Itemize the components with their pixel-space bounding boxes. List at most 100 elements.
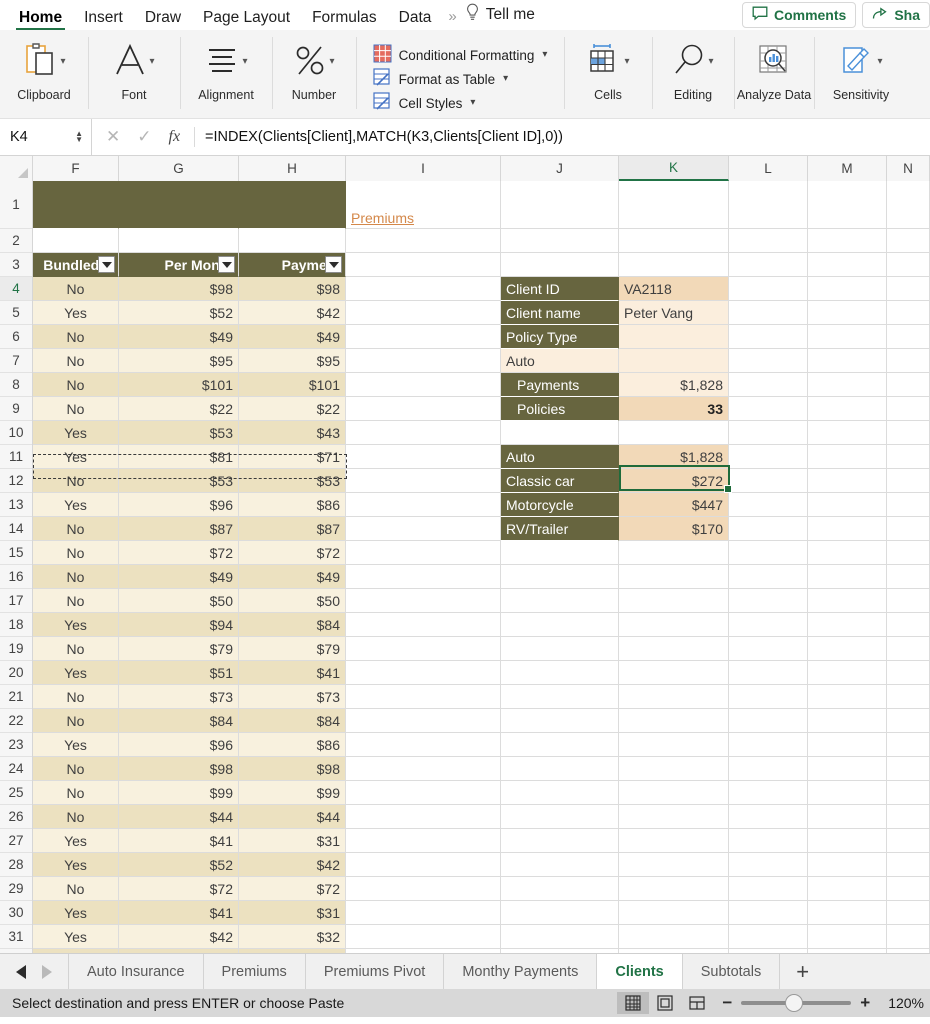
row-header-9[interactable]: 9: [0, 397, 32, 421]
zoom-out-button[interactable]: −: [713, 993, 741, 1013]
cell-i15[interactable]: [346, 541, 501, 565]
cell-m20[interactable]: [808, 661, 887, 685]
row-header-7[interactable]: 7: [0, 349, 32, 373]
cell-k17[interactable]: [619, 589, 729, 613]
cell-h10[interactable]: $43: [239, 421, 346, 445]
cell-l18[interactable]: [729, 613, 808, 637]
cell-l11[interactable]: [729, 445, 808, 469]
cell-k7[interactable]: [619, 349, 729, 373]
cell-h16[interactable]: $49: [239, 565, 346, 589]
cell-j15[interactable]: [501, 541, 619, 565]
cell-g5[interactable]: $52: [119, 301, 239, 325]
cell-m15[interactable]: [808, 541, 887, 565]
cell-h1[interactable]: [239, 181, 346, 229]
cell-m26[interactable]: [808, 805, 887, 829]
row-header-14[interactable]: 14: [0, 517, 32, 541]
cell-f17[interactable]: No: [33, 589, 119, 613]
row-header-3[interactable]: 3: [0, 253, 32, 277]
cell-i28[interactable]: [346, 853, 501, 877]
cell-l23[interactable]: [729, 733, 808, 757]
cell-h11[interactable]: $71: [239, 445, 346, 469]
cell-k18[interactable]: [619, 613, 729, 637]
column-header-n[interactable]: N: [887, 156, 930, 181]
ribbon-tab-formulas[interactable]: Formulas: [301, 9, 388, 31]
cell-f13[interactable]: Yes: [33, 493, 119, 517]
cell-j11[interactable]: Auto: [501, 445, 619, 469]
sheet-tab-monthy-payments[interactable]: Monthy Payments: [443, 954, 596, 989]
ribbon-group-font[interactable]: ▾ Font: [88, 30, 180, 118]
cell-j21[interactable]: [501, 685, 619, 709]
cell-j32[interactable]: [501, 949, 619, 953]
cell-k29[interactable]: [619, 877, 729, 901]
column-header-k[interactable]: K: [619, 156, 729, 181]
cell-h24[interactable]: $98: [239, 757, 346, 781]
cell-m27[interactable]: [808, 829, 887, 853]
ribbon-tab-draw[interactable]: Draw: [134, 9, 192, 31]
row-header-30[interactable]: 30: [0, 901, 32, 925]
cell-l14[interactable]: [729, 517, 808, 541]
cell-n13[interactable]: [887, 493, 930, 517]
cells-chevron-down-icon[interactable]: ▾: [624, 57, 629, 67]
header-bundled[interactable]: Bundled?: [33, 253, 119, 277]
cell-f30[interactable]: Yes: [33, 901, 119, 925]
row-header-15[interactable]: 15: [0, 541, 32, 565]
cell-f27[interactable]: Yes: [33, 829, 119, 853]
cell-m28[interactable]: [808, 853, 887, 877]
cell-g24[interactable]: $98: [119, 757, 239, 781]
cell-h23[interactable]: $86: [239, 733, 346, 757]
cell-g9[interactable]: $22: [119, 397, 239, 421]
cell-n2[interactable]: [887, 229, 930, 253]
cell-m32[interactable]: [808, 949, 887, 953]
cell-i12[interactable]: [346, 469, 501, 493]
cell-k23[interactable]: [619, 733, 729, 757]
cell-f28[interactable]: Yes: [33, 853, 119, 877]
ribbon-tab-home[interactable]: Home: [8, 9, 73, 31]
filter-dropdown-icon[interactable]: [325, 256, 342, 273]
cell-n4[interactable]: [887, 277, 930, 301]
cell-k6[interactable]: [619, 325, 729, 349]
cell-g26[interactable]: $44: [119, 805, 239, 829]
cell-l1[interactable]: [729, 181, 808, 229]
cell-m1[interactable]: [808, 181, 887, 229]
cell-n6[interactable]: [887, 325, 930, 349]
cell-m9[interactable]: [808, 397, 887, 421]
row-header-17[interactable]: 17: [0, 589, 32, 613]
cell-k19[interactable]: [619, 637, 729, 661]
row-header-11[interactable]: 11: [0, 445, 32, 469]
row-header-32[interactable]: 32: [0, 949, 32, 953]
cell-i18[interactable]: [346, 613, 501, 637]
cell-j1[interactable]: [501, 181, 619, 229]
cell-k4[interactable]: VA2118: [619, 277, 729, 301]
cell-i4[interactable]: [346, 277, 501, 301]
cell-h4[interactable]: $98: [239, 277, 346, 301]
formula-input[interactable]: =INDEX(Clients[Client],MATCH(K3,Clients[…: [194, 127, 930, 147]
number-chevron-down-icon[interactable]: ▾: [329, 57, 334, 67]
cell-l17[interactable]: [729, 589, 808, 613]
cell-k25[interactable]: [619, 781, 729, 805]
cell-n29[interactable]: [887, 877, 930, 901]
sheet-tab-premiums[interactable]: Premiums: [202, 954, 305, 989]
cell-f24[interactable]: No: [33, 757, 119, 781]
cell-i5[interactable]: [346, 301, 501, 325]
cell-h12[interactable]: $53: [239, 469, 346, 493]
cell-g22[interactable]: $84: [119, 709, 239, 733]
cell-f2[interactable]: [33, 229, 119, 253]
view-page-layout-icon[interactable]: [649, 992, 681, 1014]
ribbon-group-number[interactable]: ▾ Number: [272, 30, 356, 118]
row-header-19[interactable]: 19: [0, 637, 32, 661]
cell-i8[interactable]: [346, 373, 501, 397]
cell-l21[interactable]: [729, 685, 808, 709]
premiums-hyperlink[interactable]: Premiums: [351, 210, 414, 226]
cell-h13[interactable]: $86: [239, 493, 346, 517]
cell-styles-chevron-down-icon[interactable]: ▾: [470, 98, 475, 108]
cell-n11[interactable]: [887, 445, 930, 469]
cell-l31[interactable]: [729, 925, 808, 949]
cell-j7[interactable]: Auto: [501, 349, 619, 373]
column-header-h[interactable]: H: [239, 156, 346, 181]
cell-f19[interactable]: No: [33, 637, 119, 661]
cell-g13[interactable]: $96: [119, 493, 239, 517]
cell-f16[interactable]: No: [33, 565, 119, 589]
editing-chevron-down-icon[interactable]: ▾: [708, 57, 713, 67]
cell-m4[interactable]: [808, 277, 887, 301]
cell-k22[interactable]: [619, 709, 729, 733]
